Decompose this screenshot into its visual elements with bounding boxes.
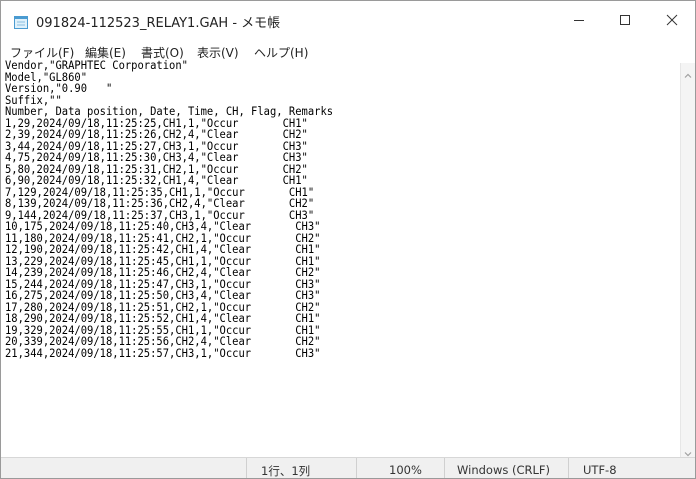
status-zoom: 100% bbox=[389, 463, 422, 477]
status-position: 1行、1列 bbox=[261, 464, 311, 478]
close-icon bbox=[666, 14, 678, 26]
status-encoding: UTF-8 bbox=[583, 463, 617, 477]
notepad-window: 091824-112523_RELAY1.GAH - メモ帳 ファイル(F) 編… bbox=[0, 0, 696, 479]
status-position-section: 1行、1列 bbox=[246, 458, 356, 478]
status-encoding-section: UTF-8 bbox=[568, 458, 695, 478]
text-editor[interactable]: Vendor,"GRAPHTEC Corporation" Model,"GL8… bbox=[1, 59, 680, 457]
maximize-icon bbox=[620, 15, 630, 25]
vertical-scrollbar[interactable] bbox=[680, 63, 695, 457]
title-bar[interactable]: 091824-112523_RELAY1.GAH - メモ帳 bbox=[1, 1, 695, 39]
minimize-icon bbox=[574, 20, 584, 21]
status-zoom-section: 100% bbox=[356, 458, 444, 478]
scroll-down-icon[interactable] bbox=[683, 444, 693, 457]
scroll-up-icon[interactable] bbox=[683, 66, 693, 78]
close-button[interactable] bbox=[649, 1, 695, 39]
notepad-icon bbox=[14, 14, 28, 29]
document-text[interactable]: Vendor,"GRAPHTEC Corporation" Model,"GL8… bbox=[5, 59, 333, 359]
minimize-button[interactable] bbox=[556, 1, 602, 39]
maximize-button[interactable] bbox=[602, 1, 648, 39]
menu-help[interactable]: ヘルプ(H) bbox=[254, 44, 308, 61]
status-bar: 1行、1列 100% Windows (CRLF) UTF-8 bbox=[1, 457, 695, 478]
status-line-ending-section: Windows (CRLF) bbox=[444, 458, 568, 478]
window-title: 091824-112523_RELAY1.GAH - メモ帳 bbox=[36, 16, 281, 31]
menu-view[interactable]: 表示(V) bbox=[197, 44, 239, 61]
status-line-ending: Windows (CRLF) bbox=[457, 463, 551, 477]
